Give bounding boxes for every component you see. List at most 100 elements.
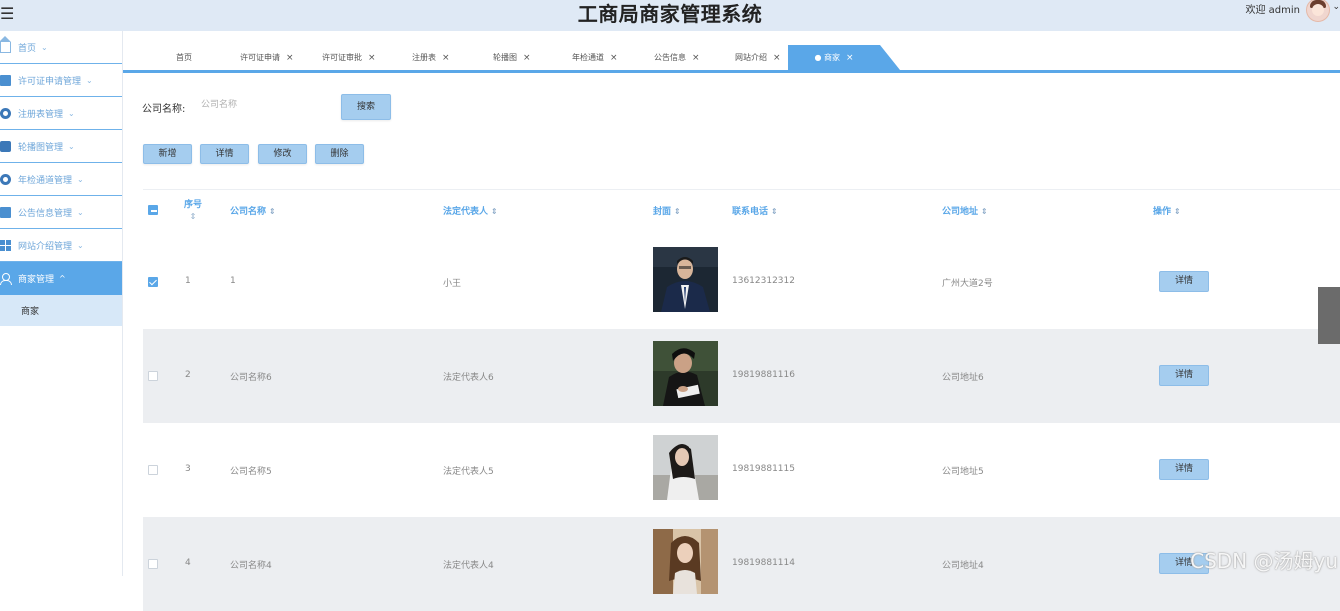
welcome-text: 欢迎 admin [1245,1,1300,16]
row-detail-button[interactable]: 详情 [1159,459,1209,480]
tab-notices[interactable]: 公告信息× [654,45,700,70]
row-checkbox[interactable] [148,465,158,475]
home-icon [0,42,11,53]
row-checkbox[interactable] [148,277,158,287]
column-header-index[interactable]: 序号 ⇕ [183,197,203,221]
chevron-down-icon[interactable]: ⌄ [1332,2,1340,12]
edit-button[interactable]: 修改 [258,144,307,164]
tab-license-application[interactable]: 许可证申请× [240,45,294,70]
tab-annual-inspection[interactable]: 年检通道× [572,45,618,70]
sidebar-item-carousel[interactable]: 轮播图管理 ⌄ [0,130,122,163]
user-icon [0,273,11,284]
sort-icon[interactable]: ⇕ [1174,207,1181,216]
cell-phone: 19819881115 [732,464,795,474]
tab-label: 轮播图 [493,53,517,62]
table-row[interactable]: 4 公司名称4 法定代表人4 19819881114 公司地址4 详情 [143,517,1340,611]
cover-image[interactable] [653,529,718,594]
table-row[interactable]: 2 公司名称6 法定代表人6 19819881116 公司地址6 详情 [143,329,1340,423]
tab-carousel[interactable]: 轮播图 × [493,45,531,70]
cell-phone: 19819881116 [732,370,795,380]
column-header-phone[interactable]: 联系电话⇕ [732,204,778,217]
row-checkbox[interactable] [148,559,158,569]
delete-button[interactable]: 删除 [315,144,364,164]
avatar-face [1312,4,1324,16]
sort-icon[interactable]: ⇕ [674,207,681,216]
sidebar-item-site-intro[interactable]: 网站介绍管理 ⌄ [0,229,122,262]
cell-index: 1 [185,276,191,286]
column-header-label: 序号 [184,200,202,210]
tab-merchant[interactable]: ● 商家× [788,45,880,70]
cell-legal-rep: 小王 [443,276,461,289]
tab-license-approval[interactable]: 许可证审批× [322,45,376,70]
close-icon[interactable]: × [610,53,618,63]
cell-address: 公司地址5 [942,464,984,477]
column-header-company[interactable]: 公司名称⇕ [230,204,276,217]
sidebar-item-annual-inspection[interactable]: 年检通道管理 ⌄ [0,163,122,196]
grid-icon [0,240,11,251]
sort-icon[interactable]: ⇕ [269,207,276,216]
close-icon[interactable]: × [442,53,450,63]
chevron-down-icon: ⌄ [77,175,84,184]
cell-company: 公司名称4 [230,558,272,571]
sidebar-item-home[interactable]: 首页 ⌄ [0,31,122,64]
close-icon[interactable]: × [692,53,700,63]
sidebar-item-license-application[interactable]: 许可证申请管理 ⌄ [0,64,122,97]
sort-icon[interactable]: ⇕ [183,212,203,221]
row-detail-button[interactable]: 详情 [1159,271,1209,292]
cover-image[interactable] [653,435,718,500]
chevron-down-icon: ⌄ [68,142,75,151]
table-row[interactable]: 1 1 小王 13612312312 广州大道2号 详情 [143,235,1340,329]
cell-index: 3 [185,464,191,474]
add-button[interactable]: 新增 [143,144,192,164]
cell-address: 公司地址6 [942,370,984,383]
column-header-label: 公司地址 [942,207,978,217]
search-button[interactable]: 搜索 [341,94,391,120]
close-icon[interactable]: × [846,53,854,63]
cell-phone: 13612312312 [732,276,795,286]
cover-image[interactable] [653,341,718,406]
cell-index: 2 [185,370,191,380]
row-checkbox[interactable] [148,371,158,381]
sidebar-item-notices[interactable]: 公告信息管理 ⌄ [0,196,122,229]
notice-icon [0,207,11,218]
cell-legal-rep: 法定代表人6 [443,370,494,383]
column-header-label: 公司名称 [230,207,266,217]
detail-button[interactable]: 详情 [200,144,249,164]
close-icon[interactable]: × [523,53,531,63]
cover-image[interactable] [653,247,718,312]
column-header-label: 操作 [1153,207,1171,217]
row-detail-button[interactable]: 详情 [1159,365,1209,386]
sort-icon[interactable]: ⇕ [981,207,988,216]
chevron-up-icon: ^ [59,274,66,283]
chevron-down-icon: ⌄ [41,43,48,52]
side-float-tab[interactable] [1318,287,1340,344]
sidebar-item-registry[interactable]: 注册表管理 ⌄ [0,97,122,130]
column-header-label: 封面 [653,207,671,217]
chevron-down-icon: ⌄ [86,76,93,85]
select-all-checkbox[interactable] [148,205,158,215]
cell-address: 公司地址4 [942,558,984,571]
sort-icon[interactable]: ⇕ [491,207,498,216]
tab-registry[interactable]: 注册表 × [412,45,450,70]
column-header-legal-rep[interactable]: 法定代表人⇕ [443,204,498,217]
tab-site-intro[interactable]: 网站介绍 × [735,45,781,70]
table-row[interactable]: 3 公司名称5 法定代表人5 19819881115 公司地址5 详情 [143,423,1340,517]
sidebar-item-merchants[interactable]: 商家管理 ^ [0,262,122,295]
tab-label: 网站介绍 [735,53,767,62]
column-header-address[interactable]: 公司地址⇕ [942,204,988,217]
sidebar-subitem-merchant[interactable]: 商家 [0,295,122,326]
column-header-action[interactable]: 操作⇕ [1153,204,1181,217]
sidebar-item-label: 年检通道管理 [18,173,72,186]
company-name-search-input[interactable] [195,94,335,116]
sidebar-item-label: 许可证申请管理 [18,74,81,87]
tab-label: 首页 [176,53,192,62]
close-icon[interactable]: × [368,53,376,63]
watermark: CSDN @汤姆yu [1190,545,1338,574]
tab-home[interactable]: 首页 [176,45,192,70]
close-icon[interactable]: × [286,53,294,63]
column-header-cover[interactable]: 封面⇕ [653,204,681,217]
sort-icon[interactable]: ⇕ [771,207,778,216]
bag-icon [0,141,11,152]
tab-label: 注册表 [412,53,436,62]
close-icon[interactable]: × [773,53,781,63]
